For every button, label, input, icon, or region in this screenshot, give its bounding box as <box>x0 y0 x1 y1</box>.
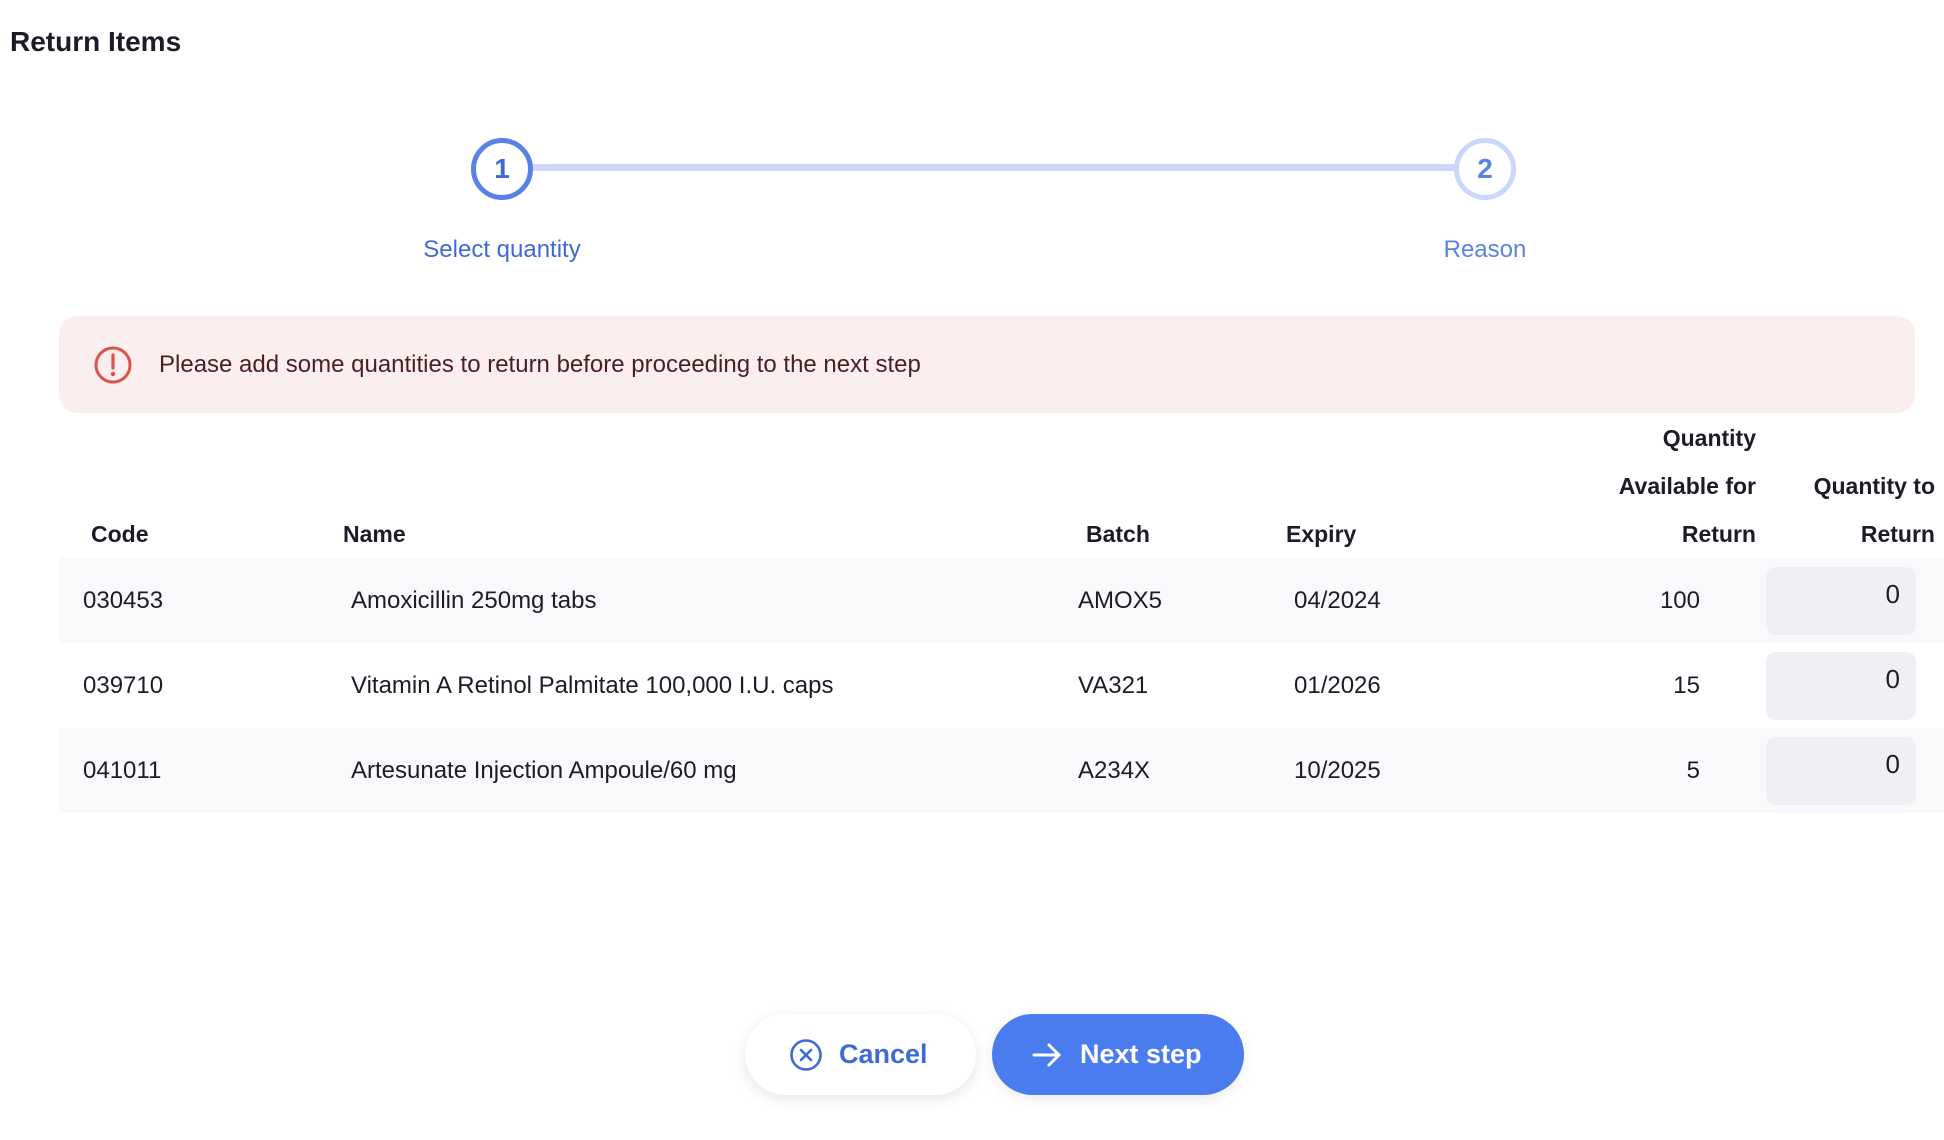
row-code: 030453 <box>83 586 164 614</box>
quantity-to-return-input[interactable] <box>1766 567 1916 635</box>
step-1-indicator[interactable]: 1 <box>471 138 533 200</box>
table-row[interactable]: 039710 Vitamin A Retinol Palmitate 100,0… <box>59 643 1944 728</box>
table-header: Code Name Batch Expiry Quantity Availabl… <box>59 420 1944 558</box>
row-batch: AMOX5 <box>1078 586 1163 614</box>
row-available: 100 <box>1659 586 1700 614</box>
next-step-button-label: Next step <box>1080 1039 1202 1069</box>
header-batch[interactable]: Batch <box>1086 510 1150 558</box>
alert-message: Please add some quantities to return bef… <box>159 350 921 378</box>
row-batch: VA321 <box>1078 671 1149 699</box>
row-available: 15 <box>1673 671 1700 699</box>
stepper-progress-line <box>530 164 1488 171</box>
table-row[interactable]: 030453 Amoxicillin 250mg tabs AMOX5 04/2… <box>59 558 1944 643</box>
error-alert: Please add some quantities to return bef… <box>59 316 1915 413</box>
row-expiry: 01/2026 <box>1294 671 1381 699</box>
return-items-table: Code Name Batch Expiry Quantity Availabl… <box>59 420 1944 813</box>
header-quantity-available-line1: Quantity <box>1662 425 1756 451</box>
row-code: 039710 <box>83 671 164 699</box>
header-quantity-available[interactable]: Quantity Available for Return <box>1536 414 1756 558</box>
row-code: 041011 <box>83 756 162 784</box>
header-quantity-available-line3: Return <box>1681 521 1756 547</box>
row-batch: A234X <box>1078 756 1151 784</box>
table-row[interactable]: 041011 Artesunate Injection Ampoule/60 m… <box>59 728 1944 813</box>
header-expiry[interactable]: Expiry <box>1286 510 1356 558</box>
step-1-label: Select quantity <box>423 236 581 263</box>
row-expiry: 10/2025 <box>1294 756 1381 784</box>
row-name: Amoxicillin 250mg tabs <box>351 586 597 614</box>
header-name[interactable]: Name <box>343 510 406 558</box>
cancel-button-label: Cancel <box>839 1039 928 1069</box>
next-step-button[interactable]: Next step <box>992 1014 1244 1095</box>
header-quantity-to-return[interactable]: Quantity to Return <box>1765 462 1935 558</box>
exclamation-circle-icon <box>94 346 132 383</box>
step-2-label: Reason <box>1443 236 1527 263</box>
quantity-to-return-input[interactable] <box>1766 652 1916 720</box>
row-name: Artesunate Injection Ampoule/60 mg <box>351 756 737 784</box>
row-available: 5 <box>1686 756 1700 784</box>
step-2-indicator[interactable]: 2 <box>1454 138 1516 200</box>
row-expiry: 04/2024 <box>1294 586 1381 614</box>
row-name: Vitamin A Retinol Palmitate 100,000 I.U.… <box>351 671 834 699</box>
header-code[interactable]: Code <box>91 510 149 558</box>
stepper: 1 2 Select quantity Reason <box>0 0 1944 280</box>
cancel-button[interactable]: Cancel <box>745 1014 976 1095</box>
header-quantity-to-return-line2: Return <box>1860 521 1935 547</box>
header-quantity-to-return-line1: Quantity to <box>1813 473 1935 499</box>
header-quantity-available-line2: Available for <box>1618 473 1756 499</box>
arrow-right-icon <box>1032 1043 1061 1066</box>
quantity-to-return-input[interactable] <box>1766 737 1916 805</box>
x-circle-icon <box>790 1038 822 1071</box>
